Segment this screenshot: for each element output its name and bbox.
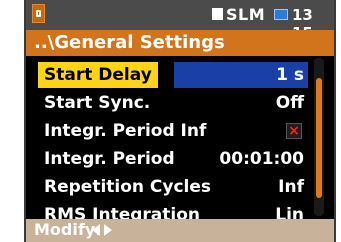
setting-value[interactable]: 00:01:00: [219, 145, 304, 173]
device-screen: SLM 13 15 ..\General Settings Start Dela…: [24, 0, 336, 242]
status-bar: SLM 13 15: [26, 0, 334, 42]
setting-start-sync[interactable]: Start Sync. Off: [38, 89, 308, 117]
setting-value[interactable]: 1 s: [276, 61, 304, 89]
setting-label: Start Sync.: [44, 93, 151, 113]
setting-integr-period[interactable]: Integr. Period 00:01:00: [38, 145, 308, 173]
arrow-right-icon: [104, 224, 112, 236]
footer-hint-bar: Modify:: [26, 219, 334, 242]
arrow-left-icon: [92, 224, 100, 236]
mode-label: SLM: [226, 5, 266, 24]
mode-icon: [212, 8, 223, 20]
setting-label: Repetition Cycles: [44, 177, 212, 197]
scrollbar[interactable]: [314, 58, 324, 216]
checkbox-unchecked-icon[interactable]: ×: [286, 123, 302, 139]
battery-icon: [274, 9, 288, 20]
setting-label: Integr. Period: [44, 149, 175, 169]
setting-value[interactable]: Off: [276, 89, 304, 117]
setting-repetition-cycles[interactable]: Repetition Cycles Inf: [38, 173, 308, 201]
title-bar: ..\General Settings: [26, 30, 334, 56]
setting-label: Integr. Period Inf: [44, 121, 207, 141]
scrollbar-thumb[interactable]: [316, 78, 322, 198]
setting-start-delay[interactable]: Start Delay 1 s: [38, 61, 308, 89]
setting-label: Start Delay: [38, 62, 158, 88]
setting-integr-period-inf[interactable]: Integr. Period Inf ×: [38, 117, 308, 145]
page-title: ..\General Settings: [34, 32, 225, 53]
setting-value[interactable]: Inf: [278, 173, 304, 201]
settings-list: Start Delay 1 s Start Sync. Off Integr. …: [38, 61, 308, 229]
folder-icon: [32, 4, 45, 23]
